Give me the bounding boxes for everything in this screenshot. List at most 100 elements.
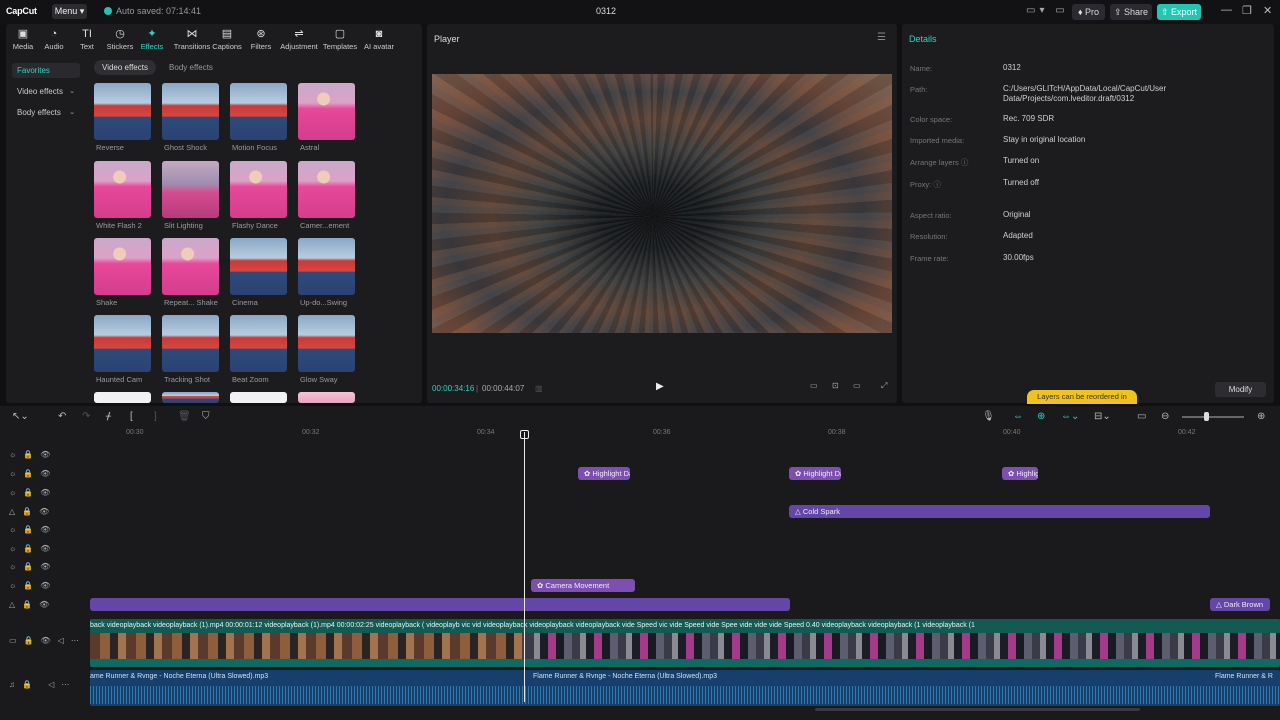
effect-thumb-reverse[interactable]	[94, 83, 151, 140]
effect-clip-highlight[interactable]: ✿ Highlight Da	[789, 467, 841, 480]
timecode-format-icon[interactable]: ▥	[535, 384, 543, 393]
tab-media[interactable]: ▣ Media	[6, 28, 40, 51]
subtab-video-effects[interactable]: Video effects	[94, 60, 156, 75]
pro-button[interactable]: ♦ Pro	[1072, 4, 1105, 20]
zoom-in-icon[interactable]: ⊕	[1257, 411, 1265, 422]
zoom-out-icon[interactable]: ⊖	[1161, 411, 1169, 422]
layout-icons[interactable]: ▭▾ ▭	[1026, 5, 1069, 16]
effect-clip-highlight[interactable]: ✿ Highlig	[1002, 467, 1038, 480]
detail-value: Stay in original location	[1003, 135, 1086, 144]
tab-captions[interactable]: ▤ Captions	[210, 28, 244, 51]
ruler-tick: 00:34	[477, 429, 495, 436]
modify-button[interactable]: Modify	[1215, 382, 1266, 397]
effect-thumb-flashy-dance[interactable]	[230, 161, 287, 218]
effect-label: Beat Zoom	[232, 375, 269, 384]
delete-icon[interactable]: 🗑	[178, 411, 191, 422]
filter-clip-dark-brown[interactable]: △ Dark Brown	[1210, 598, 1270, 611]
track-controls[interactable]: ☼🔒👁	[9, 525, 89, 537]
subtab-body-effects[interactable]: Body effects	[161, 60, 221, 75]
preview-axis-icon[interactable]: ▭	[1137, 411, 1146, 422]
ratio-icon[interactable]: ▭	[853, 381, 861, 390]
effect-thumb-repeat-shake[interactable]	[162, 238, 219, 295]
tab-audio[interactable]: ◔ Audio	[37, 28, 71, 51]
effect-thumb-tracking-shot[interactable]	[162, 315, 219, 372]
effect-thumb-ghost-shock[interactable]	[162, 83, 219, 140]
split-view-icon[interactable]: ⊟⌄	[1094, 411, 1111, 422]
effect-clip-cold-spark[interactable]: △ Cold Spark	[789, 505, 1210, 518]
sidebar-item-body-effects[interactable]: Body effects ⌄	[12, 105, 80, 120]
video-track-controls[interactable]: ▭🔒👁◁⋯	[9, 636, 89, 648]
effect-thumb-glow-sway[interactable]	[298, 315, 355, 372]
zoom-slider-handle[interactable]	[1204, 412, 1209, 421]
tab-filters[interactable]: ⊛ Filters	[244, 28, 278, 51]
effect-thumb-haunted-cam[interactable]	[94, 315, 151, 372]
video-track[interactable]: back videoplayback videoplayback (1).mp4…	[90, 619, 1280, 667]
effect-thumb[interactable]	[94, 392, 151, 403]
video-preview[interactable]	[432, 74, 892, 333]
detail-value: Turned on	[1003, 156, 1040, 165]
fullscreen-icon[interactable]: ⤢	[881, 381, 887, 391]
redo-icon[interactable]: ↷	[82, 411, 90, 422]
effect-clip-highlight[interactable]: ✿ Highlight Da	[578, 467, 630, 480]
track-controls[interactable]: △🔒👁	[9, 600, 89, 612]
sidebar-item-favorites[interactable]: Favorites	[12, 63, 80, 78]
tab-text[interactable]: TI Text	[70, 28, 104, 51]
playhead-handle[interactable]	[520, 430, 529, 439]
close-icon[interactable]: ✕	[1263, 4, 1272, 17]
shield-icon[interactable]: ⛉	[202, 411, 210, 422]
audio-track-controls[interactable]: ♫🔒 ◁⋯	[9, 680, 89, 692]
track-controls[interactable]: ☼🔒👁	[9, 488, 89, 500]
microphone-icon[interactable]: 🎙	[982, 411, 995, 422]
tab-ai-avatar[interactable]: ◙ AI avatar	[359, 28, 399, 51]
effect-thumb-shake[interactable]	[94, 238, 151, 295]
track-controls[interactable]: ☼🔒👁	[9, 450, 89, 462]
undo-icon[interactable]: ↶	[58, 411, 66, 422]
filter-clip[interactable]	[90, 598, 790, 611]
track-controls[interactable]: ☼🔒👁	[9, 581, 89, 593]
sidebar-item-video-effects[interactable]: Video effects ⌄	[12, 84, 80, 99]
timeline-ruler[interactable]: 00:30 00:32 00:34 00:36 00:38 00:40 00:4…	[90, 429, 1280, 442]
minimize-icon[interactable]: —	[1221, 4, 1232, 16]
trim-left-icon[interactable]: [	[130, 411, 133, 422]
track-controls[interactable]: △🔒👁	[9, 507, 89, 519]
split-icon[interactable]: ᚋ	[106, 411, 111, 422]
magnet-icon[interactable]: ⊕	[1037, 411, 1045, 422]
snap-icon[interactable]: ⇔⌄	[1061, 411, 1079, 422]
zoom-slider[interactable]	[1182, 416, 1244, 418]
effect-thumb-cinema[interactable]	[230, 238, 287, 295]
effect-thumb-camera-movement[interactable]	[298, 161, 355, 218]
trim-right-icon[interactable]: ]	[154, 411, 157, 422]
maximize-icon[interactable]: ❐	[1242, 4, 1252, 17]
effect-thumb-beat-zoom[interactable]	[230, 315, 287, 372]
effect-thumb-white-flash-2[interactable]	[94, 161, 151, 218]
track-controls[interactable]: ☼🔒👁	[9, 469, 89, 481]
tab-templates[interactable]: ▢ Templates	[320, 28, 360, 51]
select-tool-icon[interactable]: ↖⌄	[12, 411, 29, 422]
menu-button[interactable]: Menu ▾	[52, 4, 87, 19]
play-icon[interactable]: ▶	[656, 381, 664, 392]
hamburger-icon[interactable]: ☰	[877, 32, 886, 43]
effect-thumb[interactable]	[162, 392, 219, 403]
tab-stickers[interactable]: ◷ Stickers	[103, 28, 137, 51]
effect-thumb-astral[interactable]	[298, 83, 355, 140]
tab-transitions[interactable]: ⋈ Transitions	[172, 28, 212, 51]
track-controls[interactable]: ☼🔒👁	[9, 562, 89, 574]
track-controls[interactable]: ☼🔒👁	[9, 544, 89, 556]
effect-thumb-up-down-swing[interactable]	[298, 238, 355, 295]
effect-thumb[interactable]	[230, 392, 287, 403]
effect-thumb-motion-focus[interactable]	[230, 83, 287, 140]
audio-track[interactable]: ame Runner & Rvnge - Noche Eterna (Ultra…	[90, 670, 1280, 706]
tab-effects[interactable]: ✦ Effects	[135, 28, 169, 51]
effect-thumb-slit-lighting[interactable]	[162, 161, 219, 218]
timeline-scrollbar[interactable]	[815, 708, 1140, 711]
effect-clip-camera-movement[interactable]: ✿ Camera Movement	[531, 579, 635, 592]
favorites-label: Favorites	[17, 66, 50, 75]
crop-icon[interactable]: ⊡	[832, 381, 839, 390]
full-quality-icon[interactable]: ▭	[810, 381, 818, 390]
effect-thumb[interactable]	[298, 392, 355, 403]
link-icon[interactable]: ⇔	[1013, 411, 1023, 422]
export-button[interactable]: ⇧ Export	[1157, 4, 1201, 20]
playhead[interactable]	[524, 432, 525, 702]
tab-adjustment[interactable]: ⇌ Adjustment	[278, 28, 320, 51]
share-button[interactable]: ⇪ Share	[1110, 4, 1152, 20]
